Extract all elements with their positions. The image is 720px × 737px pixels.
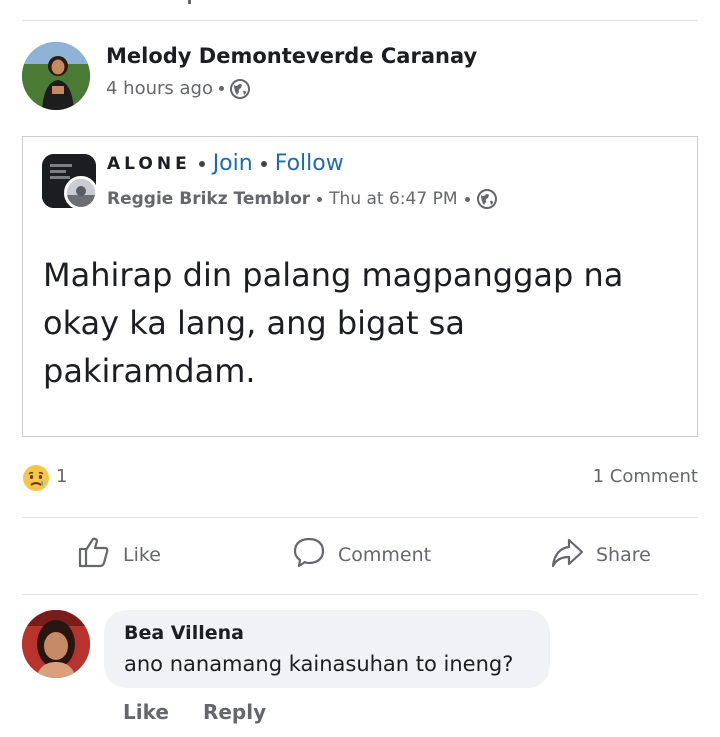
comment-label: Comment	[338, 543, 432, 566]
thumbs-up-icon	[77, 535, 111, 574]
group-line: ALONE Join Follow	[107, 151, 344, 176]
shared-post-card[interactable]: ALONE Join Follow Reggie Brikz Temblor T…	[22, 136, 698, 437]
comment-button[interactable]: Comment	[292, 535, 431, 574]
comment-count[interactable]: 1 Comment	[593, 466, 698, 487]
comment-like-button[interactable]: Like	[123, 700, 169, 724]
shared-author-name[interactable]: Reggie Brikz Temblor	[107, 189, 310, 209]
separator-dot	[260, 160, 267, 167]
action-bar: Like Comment Share	[22, 535, 698, 579]
share-arrow-icon	[550, 535, 584, 574]
comment-item: Bea Villena ano nanamang kainasuhan to i…	[22, 610, 698, 724]
post-time[interactable]: 4 hours ago	[106, 78, 213, 99]
post-author-name[interactable]: Melody Demonteverde Caranay	[106, 44, 477, 68]
top-stub	[188, 0, 191, 4]
divider	[22, 594, 698, 595]
separator-dot	[198, 160, 205, 167]
share-button[interactable]: Share	[550, 535, 651, 574]
divider	[22, 20, 698, 21]
comment-text: ano nanamang kainasuhan to ineng?	[124, 652, 514, 676]
post-header: Melody Demonteverde Caranay 4 hours ago	[22, 42, 698, 112]
join-link[interactable]: Join	[213, 151, 253, 176]
post-meta: 4 hours ago	[106, 78, 250, 99]
globe-icon	[476, 189, 497, 209]
shared-post-text: Mahirap din palang magpanggap na okay ka…	[43, 256, 624, 390]
share-label: Share	[596, 543, 651, 566]
shared-meta: Reggie Brikz Temblor Thu at 6:47 PM	[107, 189, 497, 209]
sad-emoji-icon[interactable]	[22, 464, 50, 492]
comment-bubble-icon	[292, 535, 326, 574]
follow-link[interactable]: Follow	[275, 151, 344, 176]
commenter-name[interactable]: Bea Villena	[124, 622, 244, 644]
author-avatar[interactable]	[22, 42, 90, 110]
comment-reply-button[interactable]: Reply	[203, 700, 266, 724]
shared-time[interactable]: Thu at 6:47 PM	[329, 189, 457, 209]
like-button[interactable]: Like	[77, 535, 161, 574]
reaction-count[interactable]: 1	[56, 466, 67, 487]
separator-dot	[464, 196, 470, 202]
divider	[22, 517, 698, 518]
reactions-row: 1 1 Comment	[22, 462, 698, 492]
comment-bubble: Bea Villena ano nanamang kainasuhan to i…	[104, 610, 550, 688]
group-name[interactable]: ALONE	[107, 154, 191, 174]
separator-dot	[317, 196, 323, 202]
shared-author-avatar[interactable]	[64, 176, 98, 210]
separator-dot	[218, 86, 224, 91]
like-label: Like	[123, 543, 161, 566]
commenter-avatar[interactable]	[22, 610, 90, 678]
globe-icon	[229, 78, 250, 99]
comment-actions: Like Reply	[123, 700, 266, 724]
